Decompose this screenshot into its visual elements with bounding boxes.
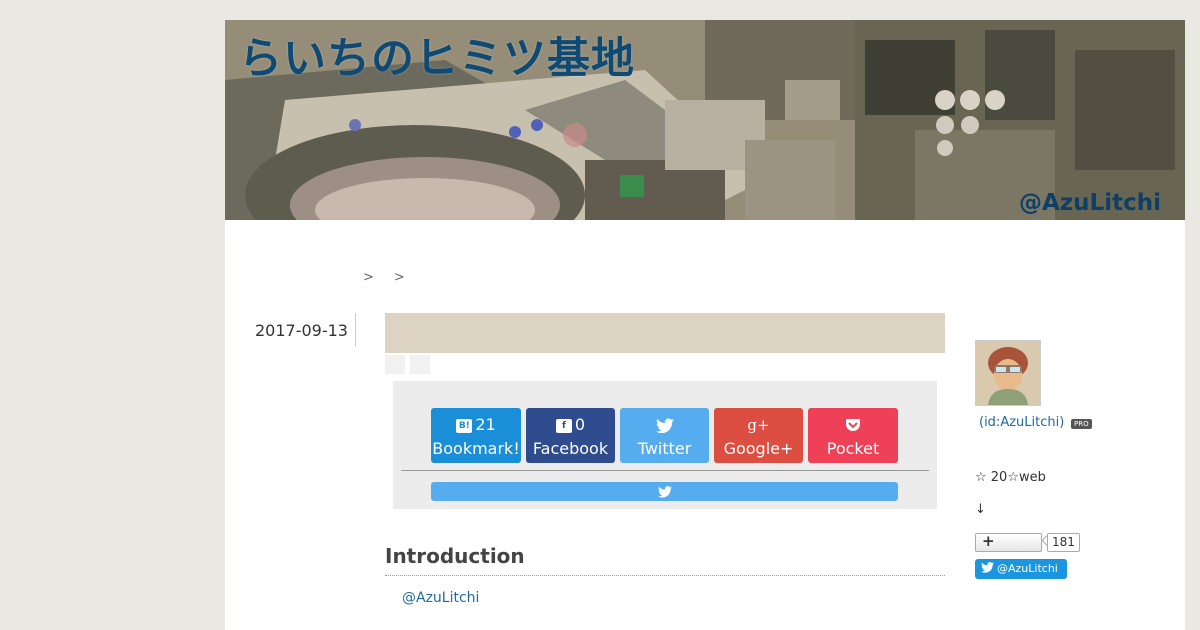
down-arrow-text: ↓ (975, 502, 986, 517)
twitter-label: Twitter (637, 439, 692, 458)
facebook-label: Facebook (532, 439, 609, 458)
avatar-illustration (976, 341, 1040, 405)
pocket-button[interactable]: Pocket (808, 408, 898, 463)
hatena-b-icon: B! (456, 418, 473, 433)
bookmark-label: Bookmark! (432, 439, 520, 458)
twitter-follow-label: @AzuLitchi (997, 562, 1058, 575)
pocket-icon (846, 419, 860, 431)
bookmark-count: 21 (475, 415, 496, 434)
breadcrumb-separator: > (393, 270, 405, 285)
follower-count: 181 (1047, 533, 1080, 552)
social-share-box: B! 21 Bookmark! f0 Facebook Twitter g+ Go… (393, 381, 937, 509)
introduction-heading: Introduction (385, 544, 525, 568)
user-id-link[interactable]: (id:AzuLitchi) (979, 415, 1064, 430)
site-title[interactable]: らいちのヒミツ基地 (239, 24, 635, 86)
star-count-text: ☆ 20☆web (975, 470, 1046, 485)
tweet-bar-button[interactable] (431, 482, 898, 501)
facebook-icon: f (555, 418, 572, 433)
pro-badge: PRO (1071, 419, 1092, 429)
twitter-bird-icon (981, 562, 994, 573)
twitter-button[interactable]: Twitter (620, 408, 709, 463)
facebook-button[interactable]: f0 Facebook (526, 408, 615, 463)
plus-icon: + (982, 532, 995, 550)
facebook-count: 0 (574, 415, 586, 434)
pocket-label: Pocket (826, 439, 880, 458)
header-twitter-handle: @AzuLitchi (1019, 190, 1161, 216)
google-plus-button[interactable]: g+ Google+ (714, 408, 803, 463)
category-chip[interactable] (385, 355, 405, 374)
twitter-follow-button[interactable]: @AzuLitchi (975, 559, 1067, 579)
breadcrumb-separator: > (363, 270, 374, 285)
blog-header[interactable]: らいちのヒミツ基地 @AzuLitchi (225, 20, 1185, 220)
entry-date[interactable]: 2017-09-13 (255, 321, 348, 340)
entry-title-band (385, 313, 945, 353)
twitter-bird-icon (657, 486, 672, 498)
hatena-bookmark-button[interactable]: B! 21 Bookmark! (431, 408, 521, 463)
twitter-bird-icon (655, 418, 674, 433)
heading-underline (385, 575, 945, 576)
google-plus-icon: g+ (747, 416, 770, 434)
page-container: らいちのヒミツ基地 @AzuLitchi > > 2017-09-13 B! 21 … (225, 20, 1185, 630)
category-chip[interactable] (410, 355, 430, 374)
share-divider (401, 470, 929, 471)
twitter-handle-link[interactable]: @AzuLitchi (402, 590, 479, 606)
date-divider (355, 313, 356, 347)
breadcrumb: > > (363, 270, 425, 285)
avatar[interactable] (975, 340, 1041, 406)
google-plus-label: Google+ (723, 439, 794, 458)
reader-follow-button[interactable]: + (975, 532, 1042, 552)
